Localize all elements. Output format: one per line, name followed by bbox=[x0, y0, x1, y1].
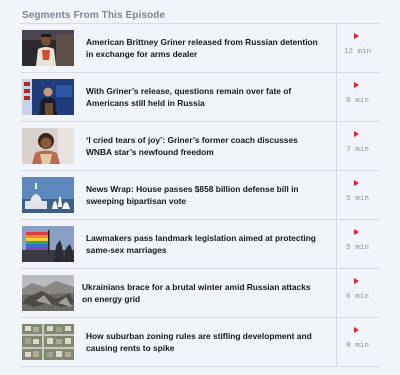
segment-row[interactable]: American Brittney Griner released from R… bbox=[20, 23, 380, 72]
segment-meta: 6 min bbox=[336, 269, 380, 317]
basketball-player-thumbnail[interactable] bbox=[22, 30, 74, 66]
segment-meta: 5 min bbox=[336, 220, 380, 268]
section-heading: Segments From This Episode bbox=[22, 10, 166, 21]
segment-row[interactable]: Lawmakers pass landmark legislation aime… bbox=[20, 219, 380, 268]
segment-row[interactable]: How suburban zoning rules are stifling d… bbox=[20, 317, 380, 367]
capitol-dome-thumbnail[interactable] bbox=[22, 177, 74, 213]
segment-meta: 8 min bbox=[336, 318, 380, 366]
segment-title[interactable]: ‘I cried tears of joy’: Griner’s former … bbox=[86, 122, 324, 170]
play-icon[interactable] bbox=[354, 33, 359, 39]
segment-title[interactable]: Lawmakers pass landmark legislation aime… bbox=[86, 220, 324, 268]
segment-duration: 8 min bbox=[346, 97, 369, 105]
suburb-aerial-thumbnail[interactable] bbox=[22, 324, 74, 360]
rainbow-flag-thumbnail[interactable] bbox=[22, 226, 74, 262]
segment-meta: 8 min bbox=[336, 73, 380, 121]
briefing-room-thumbnail[interactable] bbox=[22, 79, 74, 115]
play-icon[interactable] bbox=[354, 180, 359, 186]
segment-title[interactable]: American Brittney Griner released from R… bbox=[86, 24, 324, 72]
segment-duration: 5 min bbox=[346, 244, 369, 252]
segment-meta: 7 min bbox=[336, 122, 380, 170]
segment-list: American Brittney Griner released from R… bbox=[20, 23, 380, 367]
segment-row[interactable]: With Griner’s release, questions remain … bbox=[20, 72, 380, 121]
play-icon[interactable] bbox=[354, 82, 359, 88]
segments-panel: Segments From This Episode American Brit… bbox=[0, 0, 400, 375]
play-icon[interactable] bbox=[354, 131, 359, 137]
segment-duration: 12 min bbox=[343, 48, 372, 56]
segment-meta: 12 min bbox=[336, 24, 380, 72]
segment-duration: 8 min bbox=[346, 342, 369, 350]
play-icon[interactable] bbox=[354, 278, 359, 284]
segment-row[interactable]: ‘I cried tears of joy’: Griner’s former … bbox=[20, 121, 380, 170]
segment-duration: 5 min bbox=[346, 195, 369, 203]
damaged-building-thumbnail[interactable] bbox=[22, 275, 74, 311]
segment-title[interactable]: News Wrap: House passes $858 billion def… bbox=[86, 171, 324, 219]
segment-row[interactable]: Ukrainians brace for a brutal winter ami… bbox=[20, 268, 380, 317]
segment-duration: 6 min bbox=[346, 293, 369, 301]
segment-meta: 5 min bbox=[336, 171, 380, 219]
play-icon[interactable] bbox=[354, 229, 359, 235]
segment-title[interactable]: With Griner’s release, questions remain … bbox=[86, 73, 324, 121]
play-icon[interactable] bbox=[354, 327, 359, 333]
segment-title[interactable]: Ukrainians brace for a brutal winter ami… bbox=[82, 269, 320, 317]
segment-duration: 7 min bbox=[346, 146, 369, 154]
segment-title[interactable]: How suburban zoning rules are stifling d… bbox=[86, 318, 324, 366]
segment-row[interactable]: News Wrap: House passes $858 billion def… bbox=[20, 170, 380, 219]
coach-portrait-thumbnail[interactable] bbox=[22, 128, 74, 164]
